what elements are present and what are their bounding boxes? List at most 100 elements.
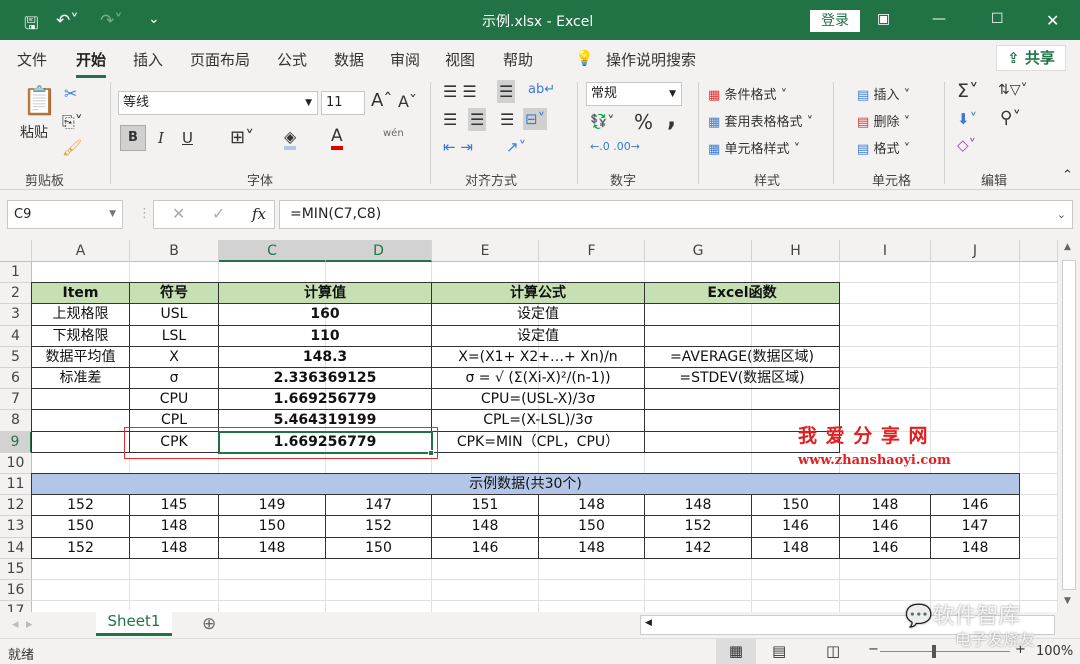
cell-excel-function[interactable] (644, 324, 840, 347)
table-header-item[interactable]: Item (31, 282, 130, 305)
align-left-icon[interactable]: ☰ (443, 110, 457, 129)
sample-data-cell[interactable]: 148 (751, 536, 840, 559)
font-color-icon[interactable]: A (331, 126, 343, 150)
cut-icon[interactable]: ✂ (64, 84, 77, 103)
percent-button[interactable]: % (634, 110, 653, 134)
cell-value[interactable]: 2.336369125 (218, 367, 432, 390)
cell-item[interactable]: 标准差 (31, 367, 130, 390)
select-all-corner[interactable] (0, 240, 32, 262)
row-header-7[interactable]: 7 (0, 389, 32, 411)
sort-filter-icon[interactable]: ⇅▽˅ (998, 82, 1028, 98)
font-name-select[interactable]: 等线 ▼ (118, 91, 318, 115)
tab-page-layout[interactable]: 页面布局 (190, 49, 250, 70)
cell-value[interactable]: 160 (218, 303, 432, 326)
zoom-level[interactable]: 100% (1036, 644, 1073, 659)
table-header-value[interactable]: 计算值 (218, 282, 432, 305)
autosum-button[interactable]: Σ˅ (957, 80, 979, 102)
merge-center-icon[interactable]: ⊟˅ (523, 108, 548, 130)
cell-item[interactable]: 下规格限 (31, 324, 130, 347)
sample-data-cell[interactable]: 148 (218, 536, 326, 559)
sample-data-cell[interactable]: 146 (751, 515, 840, 538)
cell-symbol[interactable]: X (129, 345, 219, 368)
increase-font-icon[interactable]: Aˆ (371, 90, 392, 111)
underline-button[interactable]: U (182, 129, 193, 147)
row-header-3[interactable]: 3 (0, 304, 32, 326)
sheet-tab-sheet1[interactable]: Sheet1 (96, 610, 172, 636)
cell-formula[interactable]: σ = √ (Σ(Xi-X)²/(n-1)) (431, 367, 645, 390)
phonetic-icon[interactable]: wén (383, 128, 404, 139)
row-header-4[interactable]: 4 (0, 325, 32, 347)
align-center-icon[interactable]: ☰ (468, 108, 487, 131)
cell-symbol[interactable]: σ (129, 367, 219, 390)
cell-item[interactable] (31, 430, 130, 453)
tab-insert[interactable]: 插入 (133, 49, 163, 70)
undo-icon[interactable]: ↶˅ (56, 11, 79, 31)
row-header-1[interactable]: 1 (0, 262, 32, 284)
cell-excel-function[interactable]: =AVERAGE(数据区域) (644, 345, 840, 368)
column-header-J[interactable]: J (931, 240, 1020, 262)
column-header-I[interactable]: I (840, 240, 931, 262)
column-header-A[interactable]: A (32, 240, 130, 262)
scroll-down-icon[interactable]: ▼ (1064, 596, 1071, 606)
confirm-icon[interactable]: ✓ (212, 203, 225, 225)
cancel-icon[interactable]: ✕ (172, 203, 185, 225)
save-icon[interactable]: 🖫 (24, 11, 38, 40)
cell-excel-function[interactable] (644, 303, 840, 326)
italic-button[interactable]: I (158, 129, 164, 147)
sample-data-cell[interactable]: 146 (839, 515, 931, 538)
sample-data-cell[interactable]: 146 (930, 494, 1020, 517)
insert-function-button[interactable]: fx (252, 203, 266, 225)
tell-me-search[interactable]: 操作说明搜索 (606, 49, 696, 70)
format-cells-button[interactable]: ▤ 格式 ˅ (857, 138, 910, 157)
add-sheet-icon[interactable]: ⊕ (202, 614, 216, 634)
login-button[interactable]: 登录 (810, 10, 860, 32)
cell-formula[interactable]: CPU=(USL-X)/3σ (431, 388, 645, 411)
cell-excel-function[interactable] (644, 388, 840, 411)
tab-view[interactable]: 视图 (445, 49, 475, 70)
conditional-format-button[interactable]: ▦ 条件格式 ˅ (708, 84, 787, 103)
column-header-k[interactable] (1020, 240, 1058, 262)
sample-data-cell[interactable]: 146 (839, 536, 931, 559)
zoom-slider[interactable] (880, 651, 1010, 652)
cell-symbol[interactable]: LSL (129, 324, 219, 347)
column-header-D[interactable]: D (326, 240, 432, 262)
row-header-16[interactable]: 16 (0, 580, 32, 602)
column-header-F[interactable]: F (539, 240, 645, 262)
scroll-thumb[interactable] (1062, 260, 1076, 590)
zoom-out-icon[interactable]: − (868, 642, 879, 657)
find-select-icon[interactable]: ⚲˅ (1000, 108, 1021, 128)
clear-icon[interactable]: ◇˅ (957, 136, 976, 154)
cell-item[interactable]: 数据平均值 (31, 345, 130, 368)
sample-data-title[interactable]: 示例数据(共30个) (31, 473, 1020, 496)
collapse-ribbon-icon[interactable]: ⌃ (1062, 168, 1073, 183)
table-header-excel-function[interactable]: Excel函数 (644, 282, 840, 305)
ribbon-display-icon[interactable]: ▣ (877, 11, 890, 27)
sample-data-cell[interactable]: 147 (930, 515, 1020, 538)
sample-data-cell[interactable]: 150 (31, 515, 130, 538)
scroll-left-icon[interactable]: ◀ (645, 618, 652, 628)
cell-value[interactable]: 148.3 (218, 345, 432, 368)
sample-data-cell[interactable]: 150 (218, 515, 326, 538)
table-header-symbol[interactable]: 符号 (129, 282, 219, 305)
sample-data-cell[interactable]: 147 (325, 494, 432, 517)
vertical-scrollbar[interactable]: ▲ ▼ (1058, 240, 1080, 612)
prev-sheet-icon[interactable]: ◂ (12, 617, 19, 632)
align-top-icon[interactable]: ☰ ☰ (443, 82, 477, 101)
sample-data-cell[interactable]: 145 (129, 494, 219, 517)
orientation-icon[interactable]: ↗˅ (506, 138, 526, 156)
expand-formula-icon[interactable]: ⌄ (1057, 201, 1066, 228)
align-right-icon[interactable]: ☰ (500, 110, 514, 129)
sample-data-cell[interactable]: 148 (129, 536, 219, 559)
tab-review[interactable]: 审阅 (390, 49, 420, 70)
insert-cells-button[interactable]: ▤ 插入 ˅ (857, 84, 910, 103)
row-header-12[interactable]: 12 (0, 495, 32, 517)
share-button[interactable]: ⇪ 共享 (996, 45, 1066, 71)
name-box[interactable]: C9 ▼ (7, 200, 123, 229)
align-bottom-icon[interactable]: ☰ (497, 80, 516, 103)
column-header-E[interactable]: E (432, 240, 539, 262)
column-header-B[interactable]: B (130, 240, 219, 262)
copy-icon[interactable]: ⎘˅ (62, 112, 83, 132)
page-break-view-icon[interactable]: ◫ (826, 642, 840, 660)
sample-data-cell[interactable]: 142 (644, 536, 752, 559)
tab-formulas[interactable]: 公式 (277, 49, 307, 70)
